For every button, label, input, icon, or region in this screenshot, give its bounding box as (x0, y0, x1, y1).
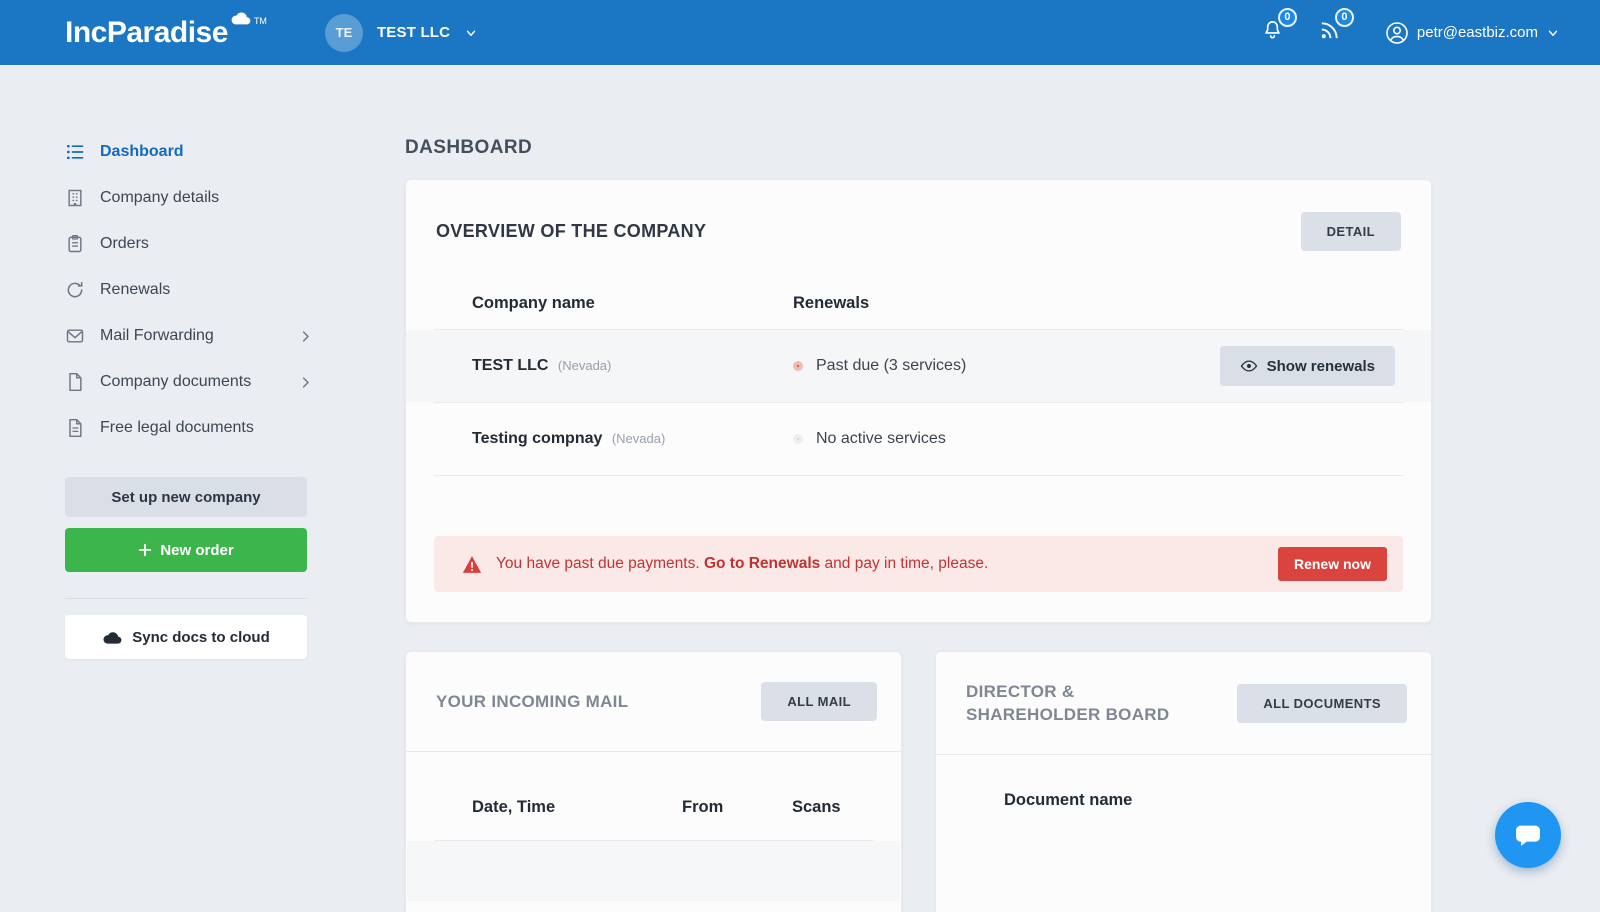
sidebar-item-label: Free legal documents (100, 419, 254, 437)
company-state: (Nevada) (558, 358, 611, 373)
sidebar-item-renewals[interactable]: Renewals (65, 267, 313, 313)
new-order-button[interactable]: New order (65, 528, 307, 572)
company-table: Company name Renewals TEST LLC (Nevada) … (406, 277, 1431, 476)
user-email: petr@eastbiz.com (1417, 24, 1538, 41)
column-renewals: Renewals (793, 294, 1395, 313)
overview-card-title: OVERVIEW OF THE COMPANY (436, 221, 706, 242)
company-name: TEST LLC (472, 357, 548, 374)
table-row (407, 841, 900, 901)
sidebar-divider (65, 598, 307, 599)
app-logo[interactable]: IncParadise TM (65, 16, 267, 50)
chevron-right-icon (298, 329, 313, 344)
notifications-button[interactable]: 0 (1257, 15, 1288, 51)
table-row: Testing compnay (Nevada) No active servi… (406, 403, 1431, 475)
column-company-name: Company name (472, 294, 793, 313)
sidebar-item-mail-forwarding[interactable]: Mail Forwarding (65, 313, 313, 359)
user-icon (1385, 21, 1409, 45)
column-date-time: Date, Time (472, 798, 682, 817)
all-mail-button[interactable]: ALL MAIL (761, 682, 877, 721)
board-card-title: DIRECTOR & SHAREHOLDER BOARD (966, 680, 1206, 726)
setup-new-company-button[interactable]: Set up new company (65, 477, 307, 517)
user-menu[interactable]: petr@eastbiz.com (1385, 21, 1560, 45)
chevron-right-icon (298, 375, 313, 390)
sidebar-item-free-legal-documents[interactable]: Free legal documents (65, 405, 313, 451)
clipboard-icon (65, 234, 85, 254)
sidebar-item-label: Orders (100, 235, 149, 253)
notifications-badge: 0 (1278, 8, 1297, 27)
envelope-icon (65, 326, 85, 346)
list-icon (65, 142, 85, 162)
chat-widget-button[interactable] (1495, 802, 1561, 868)
sync-docs-label: Sync docs to cloud (132, 629, 270, 646)
cloud-logo-icon (230, 10, 252, 26)
column-scans: Scans (792, 798, 871, 817)
show-renewals-label: Show renewals (1267, 358, 1375, 375)
company-state: (Nevada) (612, 431, 665, 446)
alert-text-before: You have past due payments. (496, 555, 704, 572)
sidebar: Dashboard Company details Orders Renewal… (0, 65, 340, 912)
company-selector[interactable]: TE TEST LLC (325, 14, 478, 52)
warning-icon (462, 555, 482, 574)
company-selector-label: TEST LLC (377, 24, 450, 41)
incoming-mail-card: YOUR INCOMING MAIL ALL MAIL Date, Time F… (405, 651, 902, 912)
building-icon (65, 188, 85, 208)
status-dot-past-due (793, 361, 803, 371)
company-name: Testing compnay (472, 430, 602, 447)
past-due-alert: You have past due payments. Go to Renewa… (434, 536, 1403, 592)
sidebar-item-label: Company documents (100, 373, 251, 391)
page-title: DASHBOARD (405, 137, 1432, 159)
document-lines-icon (65, 418, 85, 438)
column-document-name: Document name (1004, 791, 1132, 809)
show-renewals-button[interactable]: Show renewals (1220, 346, 1395, 386)
director-board-card: DIRECTOR & SHAREHOLDER BOARD ALL DOCUMEN… (935, 651, 1432, 912)
all-documents-button[interactable]: ALL DOCUMENTS (1237, 684, 1407, 723)
cloud-icon (102, 630, 123, 645)
sidebar-item-orders[interactable]: Orders (65, 221, 313, 267)
logo-trademark: TM (254, 16, 267, 26)
column-from: From (682, 798, 792, 817)
renew-now-button[interactable]: Renew now (1278, 547, 1387, 581)
sidebar-item-company-details[interactable]: Company details (65, 175, 313, 221)
sidebar-item-label: Company details (100, 189, 219, 207)
refresh-icon (65, 280, 85, 300)
alert-text-after: and pay in time, please. (820, 555, 988, 572)
logo-text: IncParadise (65, 16, 228, 50)
chat-bubble-icon (1512, 819, 1544, 851)
sidebar-item-dashboard[interactable]: Dashboard (65, 129, 313, 175)
document-icon (65, 372, 85, 392)
detail-button[interactable]: DETAIL (1301, 212, 1401, 251)
feed-badge: 0 (1335, 8, 1354, 27)
mail-card-title: YOUR INCOMING MAIL (436, 690, 628, 713)
sidebar-item-label: Renewals (100, 281, 170, 299)
overview-card: OVERVIEW OF THE COMPANY DETAIL Company n… (405, 179, 1432, 623)
company-avatar: TE (325, 14, 363, 52)
chevron-down-icon (1546, 26, 1560, 40)
sync-docs-button[interactable]: Sync docs to cloud (65, 615, 307, 659)
main-content: DASHBOARD OVERVIEW OF THE COMPANY DETAIL… (340, 65, 1432, 912)
sidebar-item-label: Dashboard (100, 143, 184, 161)
status-text: Past due (3 services) (816, 357, 966, 375)
sidebar-item-company-documents[interactable]: Company documents (65, 359, 313, 405)
status-text: No active services (816, 430, 946, 448)
eye-icon (1240, 357, 1258, 375)
sidebar-item-label: Mail Forwarding (100, 327, 214, 345)
status-dot-inactive (793, 434, 803, 444)
new-order-label: New order (160, 542, 233, 559)
table-row: TEST LLC (Nevada) Past due (3 services) … (406, 330, 1431, 402)
sidebar-nav: Dashboard Company details Orders Renewal… (65, 129, 340, 451)
plus-icon (138, 543, 152, 557)
table-divider (434, 475, 1403, 476)
chevron-down-icon (464, 26, 478, 40)
top-bar: IncParadise TM TE TEST LLC 0 0 (0, 0, 1600, 65)
feed-button[interactable]: 0 (1314, 15, 1345, 51)
go-to-renewals-link[interactable]: Go to Renewals (704, 555, 820, 572)
